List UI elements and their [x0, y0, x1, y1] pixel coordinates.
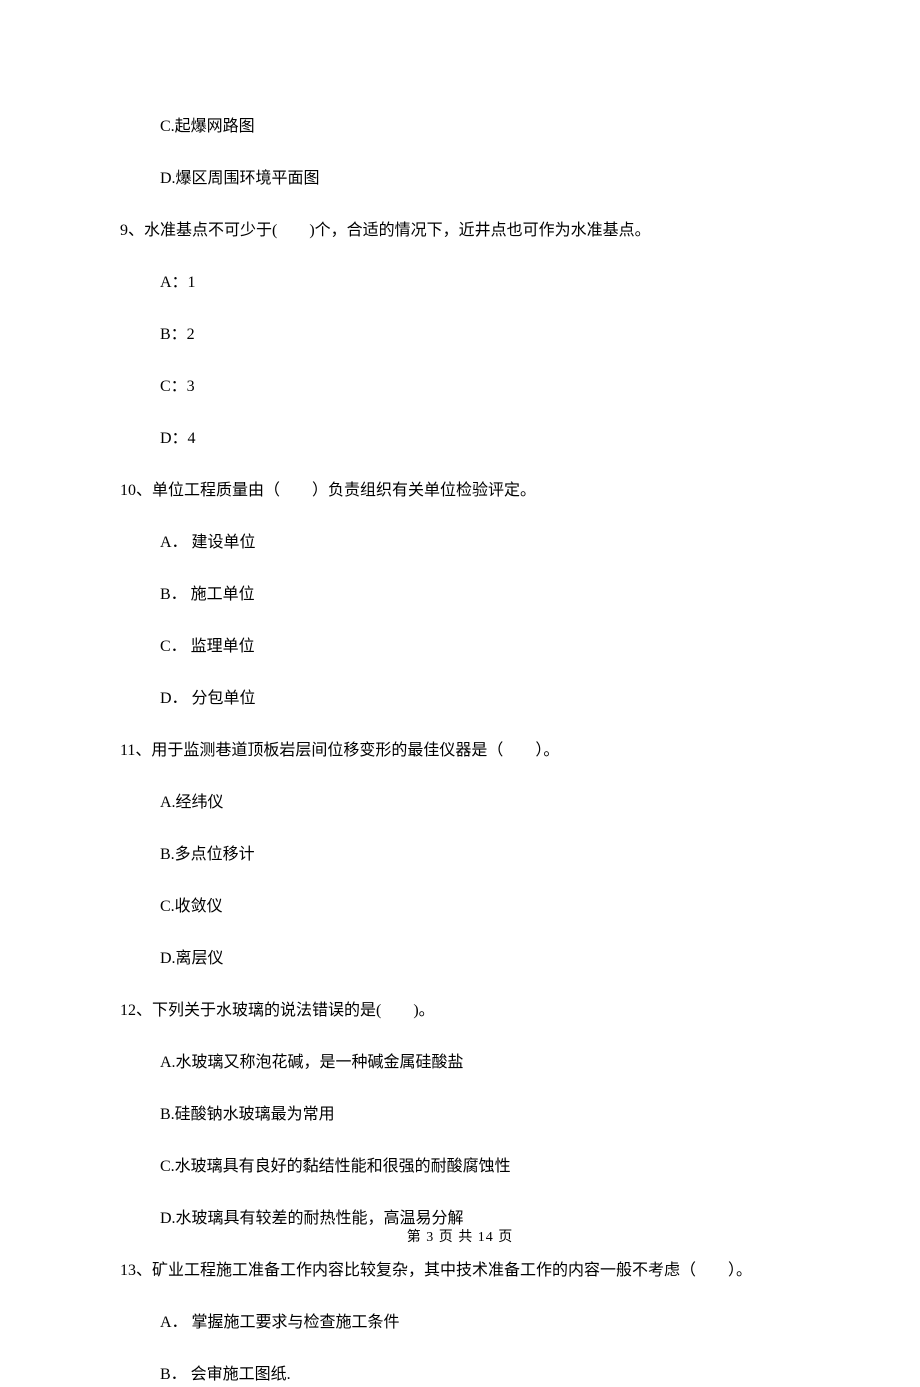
option-a-q12: A.水玻璃又称泡花碱，是一种碱金属硅酸盐 — [120, 1051, 800, 1075]
question-13: 13、矿业工程施工准备工作内容比较复杂，其中技术准备工作的内容一般不考虑（ ）。 — [120, 1259, 800, 1283]
option-c-q9: C：3 — [120, 375, 800, 399]
page-footer: 第 3 页 共 14 页 — [0, 1227, 920, 1248]
question-9: 9、水准基点不可少于( )个，合适的情况下，近井点也可作为水准基点。 — [120, 219, 800, 243]
option-b-q9: B：2 — [120, 323, 800, 347]
page-content: C.起爆网路图 D.爆区周围环境平面图 9、水准基点不可少于( )个，合适的情况… — [0, 0, 920, 1387]
option-d-q11: D.离层仪 — [120, 947, 800, 971]
option-b-q13: B． 会审施工图纸. — [120, 1363, 800, 1387]
option-a-q9: A：1 — [120, 271, 800, 295]
question-11: 11、用于监测巷道顶板岩层间位移变形的最佳仪器是（ ）。 — [120, 739, 800, 763]
option-c-q11: C.收敛仪 — [120, 895, 800, 919]
option-c-q8: C.起爆网路图 — [120, 115, 800, 139]
option-a-q10: A． 建设单位 — [120, 531, 800, 555]
option-b-q11: B.多点位移计 — [120, 843, 800, 867]
option-c-q10: C． 监理单位 — [120, 635, 800, 659]
option-b-q12: B.硅酸钠水玻璃最为常用 — [120, 1103, 800, 1127]
option-b-q10: B． 施工单位 — [120, 583, 800, 607]
question-10: 10、单位工程质量由（ ）负责组织有关单位检验评定。 — [120, 479, 800, 503]
option-a-q13: A． 掌握施工要求与检查施工条件 — [120, 1311, 800, 1335]
option-a-q11: A.经纬仪 — [120, 791, 800, 815]
question-12: 12、下列关于水玻璃的说法错误的是( )。 — [120, 999, 800, 1023]
option-d-q9: D：4 — [120, 427, 800, 451]
option-d-q10: D． 分包单位 — [120, 687, 800, 711]
option-c-q12: C.水玻璃具有良好的黏结性能和很强的耐酸腐蚀性 — [120, 1155, 800, 1179]
option-d-q8: D.爆区周围环境平面图 — [120, 167, 800, 191]
